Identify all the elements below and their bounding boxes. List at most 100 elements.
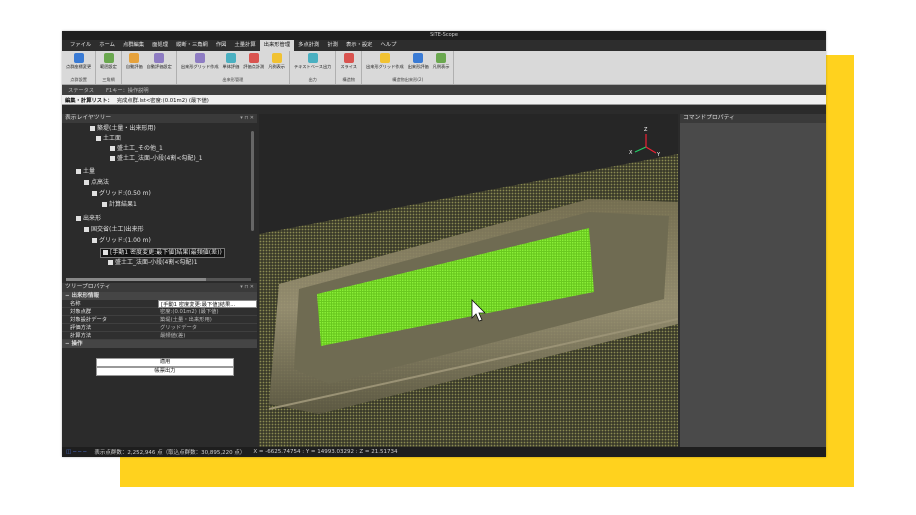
ribbon-button-label: 自動評価 <box>125 64 143 69</box>
checkbox-icon[interactable] <box>76 216 81 221</box>
tree-horizontal-scrollbar[interactable] <box>66 278 251 281</box>
ribbon-tool-icon <box>103 53 114 63</box>
menu-item[interactable]: 土量計算 <box>230 40 259 51</box>
menu-item[interactable]: ファイル <box>66 40 95 51</box>
tree-node[interactable]: 盛土工_法面-小段(4割<勾配)1 <box>108 259 198 267</box>
f1-help-label: F1キー：操作説明 <box>105 87 149 94</box>
app-window: SiTE-Scope ファイル ホーム 点群編集 面処理 縦断・三角網 作図 土量計算 出来形… <box>62 31 826 457</box>
checkbox-icon[interactable] <box>110 146 115 151</box>
tree-node[interactable]: 国交省(土工)出来形 <box>84 226 144 234</box>
property-value[interactable]: [手動1 密度変更:最下値]結果... <box>158 300 257 308</box>
tree-node-label: 土工面 <box>103 135 122 142</box>
3d-viewport[interactable]: Z X Y <box>259 114 678 447</box>
point-cloud-view[interactable]: Z X Y <box>259 114 678 447</box>
ribbon-button-label: 自動評価設定 <box>146 64 172 69</box>
tree-node[interactable]: 盛土工_法面-小段(4割<勾配)_1 <box>110 155 203 163</box>
ribbon-tool-icon <box>129 53 140 63</box>
ribbon-group-label: 出力 <box>308 77 317 82</box>
tree-node[interactable]: グリッド:(1.00 m) <box>92 237 151 245</box>
checkbox-icon[interactable] <box>90 126 95 131</box>
checkbox-icon[interactable] <box>96 136 101 141</box>
ribbon-button-label: 出来形評価 <box>407 64 429 69</box>
checkbox-icon[interactable] <box>92 238 97 243</box>
ribbon-button[interactable]: 自動評価設定 <box>147 53 172 70</box>
ribbon-button[interactable]: 単体評価 <box>223 53 239 70</box>
menu-item[interactable]: 出来形管理 <box>259 40 295 51</box>
menu-item[interactable]: 作図 <box>212 40 231 51</box>
point-count-text: 表示点群数：2,252,946 点（取込点群数：30,895,220 点） <box>94 450 246 456</box>
checkbox-icon[interactable] <box>108 260 113 265</box>
ribbon-tool-icon <box>194 53 205 63</box>
command-properties-header: コマンドプロパティ <box>680 114 826 123</box>
ribbon-button[interactable]: 出来形グリッド作成 <box>366 53 404 70</box>
tree-node[interactable]: 築堤(土量・出来形用) <box>90 125 156 133</box>
report-output-button[interactable]: 帳票出力 <box>96 367 234 376</box>
ribbon-button-label: 点群座標変更 <box>66 64 92 69</box>
section-dekigata-info[interactable]: − 出来形情報 <box>62 292 257 300</box>
checkbox-icon[interactable] <box>84 227 89 232</box>
ribbon-button-label: 凡例表示 <box>268 64 285 69</box>
ribbon-button[interactable]: 範囲設定 <box>100 53 117 70</box>
tree-node[interactable]: 点高法 <box>84 179 109 187</box>
property-row: 名称 [手動1 密度変更:最下値]結果... <box>62 300 257 308</box>
ribbon-button[interactable]: 点群座標変更 <box>66 53 91 70</box>
ribbon-button[interactable]: 出来形評価 <box>408 53 429 70</box>
ribbon-button[interactable]: 凡例表示 <box>433 53 449 70</box>
ribbon-button[interactable]: 評価点計測 <box>243 53 264 70</box>
checkbox-icon[interactable] <box>92 191 97 196</box>
ribbon-button[interactable]: スライス <box>340 53 357 70</box>
checkbox-icon[interactable] <box>103 250 108 255</box>
ribbon-group-label: 点群設置 <box>70 77 87 82</box>
checkbox-icon[interactable] <box>110 156 115 161</box>
menu-item[interactable]: 表示・設定 <box>342 40 377 51</box>
panel-controls-icon[interactable]: ▾ ⊓ ✕ <box>240 283 254 292</box>
apply-button[interactable]: 適用 <box>96 358 234 367</box>
command-properties-title: コマンドプロパティ <box>683 115 735 121</box>
ribbon-button[interactable]: 凡例表示 <box>268 53 285 70</box>
panel-controls-icon[interactable]: ▾ ⊓ ✕ <box>240 114 254 123</box>
ribbon-button[interactable]: 自動評価 <box>126 53 143 70</box>
ribbon-tool-icon <box>343 53 354 63</box>
tree-node-label: [手動1 密度変更:最下値]結果(最頻値(差)) <box>110 249 222 256</box>
ribbon-group-label: 出来形管理 <box>222 77 244 82</box>
menu-item[interactable]: 面処理 <box>148 40 172 51</box>
menu-bar: ファイル ホーム 点群編集 面処理 縦断・三角網 作図 土量計算 出来形管理 多点計測 計測 表示・… <box>62 40 826 51</box>
ribbon-tool-icon <box>154 53 165 63</box>
tree-node[interactable]: [手動1 密度変更:最下値]結果(最頻値(差)) <box>100 248 225 258</box>
ribbon-group-label: 三角網 <box>102 77 115 82</box>
property-value: 最頻値(差) <box>158 332 257 340</box>
ribbon-group: 自動評価 自動評価設定 <box>122 51 177 84</box>
tree-node-label: 土量 <box>83 168 96 175</box>
tree-node[interactable]: 土量 <box>76 168 95 176</box>
window-title: SiTE-Scope <box>62 31 826 40</box>
tree-node[interactable]: 出来形 <box>76 215 101 223</box>
ribbon-button[interactable]: 出来形グリッド作成 <box>181 53 219 70</box>
section-operations[interactable]: − 操作 <box>62 340 257 348</box>
tree-node[interactable]: グリッド:(0.50 m) <box>92 190 151 198</box>
tree-node[interactable]: 盛土工_その他_1 <box>110 145 163 153</box>
edit-list-value[interactable]: 完成点群.lst<密度:(0.01m2) (最下値) <box>117 96 209 104</box>
menu-item[interactable]: 計測 <box>323 40 342 51</box>
ribbon-button[interactable]: テキストベース出力 <box>294 53 331 70</box>
property-value: グリッドデータ <box>158 324 257 332</box>
menu-item[interactable]: 縦断・三角網 <box>172 40 212 51</box>
tree-node[interactable]: 土工面 <box>96 135 121 143</box>
checkbox-icon[interactable] <box>102 202 107 207</box>
menu-item[interactable]: 点群編集 <box>119 40 148 51</box>
property-key: 対象設計データ <box>62 316 158 324</box>
tree-scrollbar[interactable] <box>251 131 254 231</box>
property-row: 計算方法 最頻値(差) <box>62 332 257 340</box>
menu-item[interactable]: ホーム <box>95 40 119 51</box>
checkbox-icon[interactable] <box>76 169 81 174</box>
menu-item[interactable]: ヘルプ <box>376 40 400 51</box>
tree-node[interactable]: 計算結果1 <box>102 201 137 209</box>
left-panel: 表示レイヤツリー ▾ ⊓ ✕ 築堤(土量・出来形用) 土工面 盛土工_その他_1 盛土… <box>62 114 257 456</box>
tree-node-label: グリッド:(0.50 m) <box>99 190 151 197</box>
checkbox-icon[interactable] <box>84 180 89 185</box>
ribbon-tool-icon <box>73 53 84 63</box>
tree-properties-header: ツリープロパティ ▾ ⊓ ✕ <box>62 283 257 292</box>
property-row: 対象点群 密度:(0.01m2) (最下値) <box>62 308 257 316</box>
menu-item[interactable]: 多点計測 <box>294 40 323 51</box>
tree-node-label: 国交省(土工)出来形 <box>91 226 144 233</box>
status-icons: ◫ ─ ─ ─ <box>66 449 87 455</box>
